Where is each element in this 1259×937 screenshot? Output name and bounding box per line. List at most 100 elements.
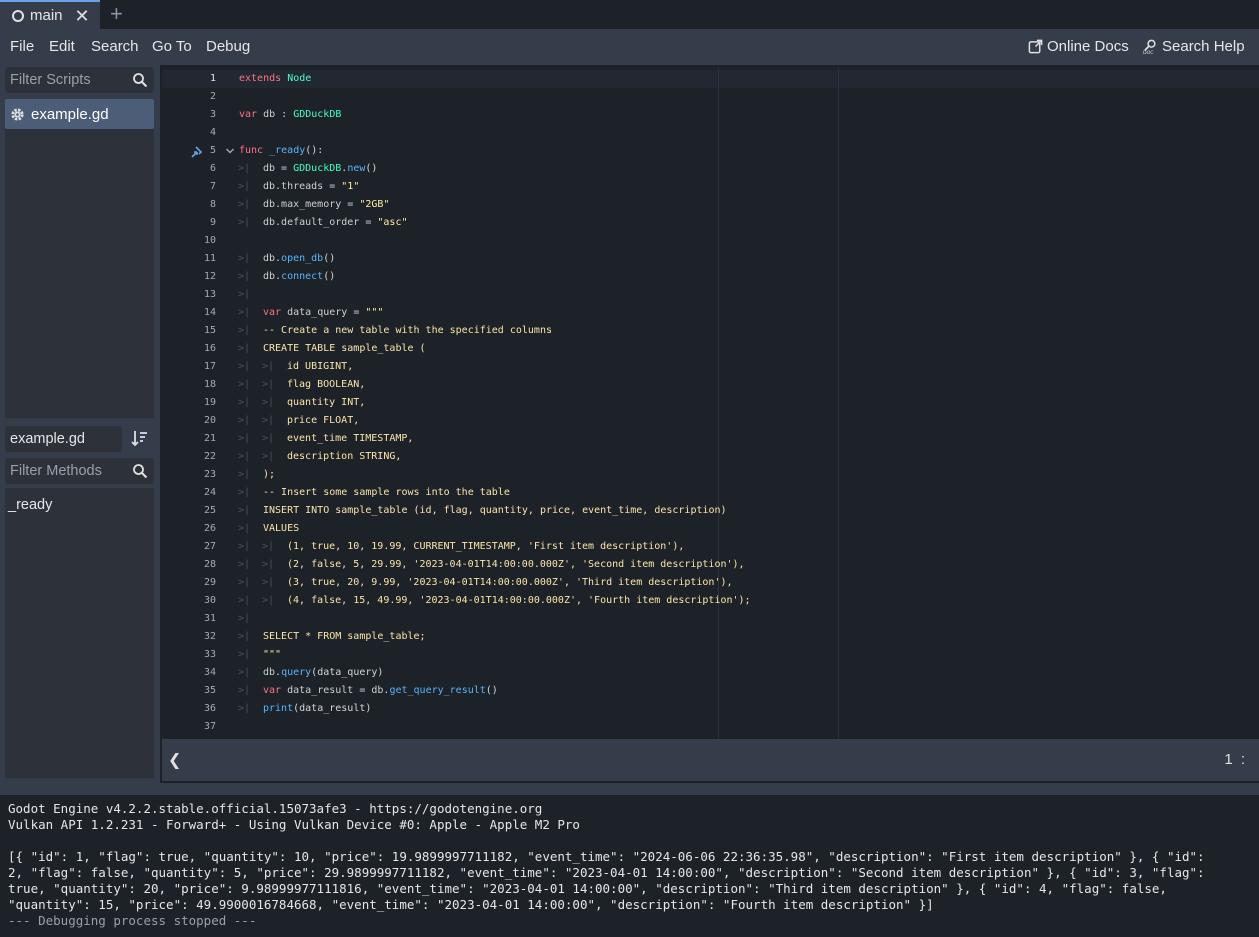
tab-bar: main ✕ + — [0, 0, 1259, 29]
code-line[interactable]: 29 >| >| (3, true, 20, 9.99, '2023-04-01T14… — [162, 574, 1259, 592]
code-line[interactable]: 21 >| >| event_time TIMESTAMP, — [162, 430, 1259, 448]
code-line[interactable]: 30 >| >| (4, false, 15, 49.99, '2023-04-01T… — [162, 592, 1259, 610]
code-line[interactable]: 31 >| — [162, 610, 1259, 628]
tab-indicator: >| — [238, 289, 251, 300]
add-tab-icon[interactable]: + — [110, 3, 123, 25]
code-text: """ — [263, 646, 281, 664]
line-number: 23 — [203, 469, 216, 480]
menu-go-to[interactable]: Go To — [152, 38, 192, 55]
line-number: 20 — [203, 415, 216, 426]
tab-indicator: >| — [238, 631, 251, 642]
filter-scripts-input[interactable]: Filter Scripts — [5, 67, 154, 93]
code-text: db = GDDuckDB.new() — [263, 160, 377, 178]
code-line[interactable]: 19 >| >| quantity INT, — [162, 394, 1259, 412]
code-token: "asc" — [377, 217, 408, 228]
code-line[interactable]: 9 >| db.default_order = "asc" — [162, 214, 1259, 232]
filter-methods-input[interactable]: Filter Methods — [5, 458, 154, 484]
code-line[interactable]: 24 >| -- Insert some sample rows into the … — [162, 484, 1259, 502]
line-number: 12 — [203, 271, 216, 282]
menu-file[interactable]: File — [10, 38, 34, 55]
code-token: () — [485, 685, 498, 696]
output-line: 2, "flag": false, "quantity": 5, "price"… — [8, 865, 1205, 880]
code-line[interactable]: 14 >| var data_query = """ — [162, 304, 1259, 322]
code-token: description STRING, — [287, 451, 402, 462]
search-help-button[interactable]: DOC Search Help — [1143, 38, 1245, 55]
line-number: 4 — [209, 127, 216, 138]
tab-indicator: >| — [238, 451, 251, 462]
code-line[interactable]: 36 >| print(data_result) — [162, 700, 1259, 718]
code-token: query — [281, 667, 312, 678]
panel-divider[interactable] — [0, 783, 1259, 795]
code-line[interactable]: 8 >| db.max_memory = "2GB" — [162, 196, 1259, 214]
tab-indicator: >| — [238, 217, 251, 228]
code-line[interactable]: 37 — [162, 718, 1259, 736]
code-line[interactable]: 3 var db : GDDuckDB — [162, 106, 1259, 124]
code-line[interactable]: 35 >| var data_result = db.get_query_resul… — [162, 682, 1259, 700]
code-line[interactable]: 12 >| db.connect() — [162, 268, 1259, 286]
code-text: extends Node — [239, 70, 311, 88]
close-icon[interactable]: ✕ — [75, 7, 90, 25]
code-text: (2, false, 5, 29.99, '2023-04-01T14:00:0… — [287, 556, 745, 574]
menu-search[interactable]: Search — [91, 38, 139, 55]
line-number: 7 — [209, 181, 216, 192]
code-token: data_result = db. — [287, 685, 390, 696]
menu-edit[interactable]: Edit — [49, 38, 75, 55]
code-line[interactable]: 22 >| >| description STRING, — [162, 448, 1259, 466]
tab-indicator: >| — [262, 379, 275, 390]
tab-indicator: >| — [238, 613, 251, 624]
code-line[interactable]: 1 extends Node — [162, 70, 1259, 88]
line-number: 30 — [203, 595, 216, 606]
online-docs-button[interactable]: Online Docs — [1028, 38, 1129, 55]
code-line[interactable]: 7 >| db.threads = "1" — [162, 178, 1259, 196]
code-line[interactable]: 15 >| -- Create a new table with the speci… — [162, 322, 1259, 340]
code-token: () — [323, 271, 336, 282]
code-line[interactable]: 32 >| SELECT * FROM sample_table; — [162, 628, 1259, 646]
code-editor[interactable]: 1 extends Node 2 3 var db : GDDuckDB 4 5 func _… — [162, 68, 1259, 739]
script-item-example-gd[interactable]: example.gd — [5, 99, 154, 129]
editor-status-bar: ❮ 1 : — [162, 739, 1259, 781]
code-line[interactable]: 16 >| CREATE TABLE sample_table ( — [162, 340, 1259, 358]
tab-indicator: >| — [262, 559, 275, 570]
code-line[interactable]: 6 >| db = GDDuckDB.new() — [162, 160, 1259, 178]
gear-icon — [11, 107, 24, 121]
code-line[interactable]: 18 >| >| flag BOOLEAN, — [162, 376, 1259, 394]
code-text: var data_result = db.get_query_result() — [263, 682, 498, 700]
line-number: 34 — [203, 667, 216, 678]
tab-main[interactable]: main ✕ — [0, 0, 100, 29]
line-number: 21 — [203, 433, 216, 444]
code-line[interactable]: 20 >| >| price FLOAT, — [162, 412, 1259, 430]
code-line[interactable]: 10 — [162, 232, 1259, 250]
methods-list: _ready — [5, 488, 154, 778]
code-line[interactable]: 28 >| >| (2, false, 5, 29.99, '2023-04-01T1… — [162, 556, 1259, 574]
code-line[interactable]: 27 >| >| (1, true, 10, 19.99, CURRENT_TIMES… — [162, 538, 1259, 556]
method-item-ready[interactable]: _ready — [8, 497, 52, 513]
code-line[interactable]: 4 — [162, 124, 1259, 142]
code-token: GDDuckDB — [293, 109, 342, 120]
tab-indicator: >| — [238, 703, 251, 714]
tab-indicator: >| — [238, 253, 251, 264]
menu-debug[interactable]: Debug — [206, 38, 250, 55]
code-line[interactable]: 17 >| >| id UBIGINT, — [162, 358, 1259, 376]
code-line[interactable]: 5 func _ready(): — [162, 142, 1259, 160]
code-text: db.default_order = "asc" — [263, 214, 408, 232]
tab-indicator: >| — [238, 343, 251, 354]
code-line[interactable]: 2 — [162, 88, 1259, 106]
code-token: quantity INT, — [287, 397, 366, 408]
code-token: db. — [263, 667, 282, 678]
code-line[interactable]: 25 >| INSERT INTO sample_table (id, flag, … — [162, 502, 1259, 520]
code-line[interactable]: 33 >| """ — [162, 646, 1259, 664]
code-line[interactable]: 11 >| db.open_db() — [162, 250, 1259, 268]
code-line[interactable]: 34 >| db.query(data_query) — [162, 664, 1259, 682]
tab-indicator: >| — [238, 415, 251, 426]
code-token: id UBIGINT, — [287, 361, 354, 372]
code-token: """ — [365, 307, 384, 318]
sort-icon[interactable] — [131, 430, 148, 447]
code-line[interactable]: 23 >|); — [162, 466, 1259, 484]
toggle-scripts-panel-icon[interactable]: ❮ — [168, 750, 181, 770]
line-number: 10 — [203, 235, 216, 246]
code-token: db.default_order = — [263, 217, 378, 228]
code-line[interactable]: 13 >| — [162, 286, 1259, 304]
code-line[interactable]: 26 >| VALUES — [162, 520, 1259, 538]
debug-stopped-line: --- Debugging process stopped --- — [8, 913, 257, 928]
